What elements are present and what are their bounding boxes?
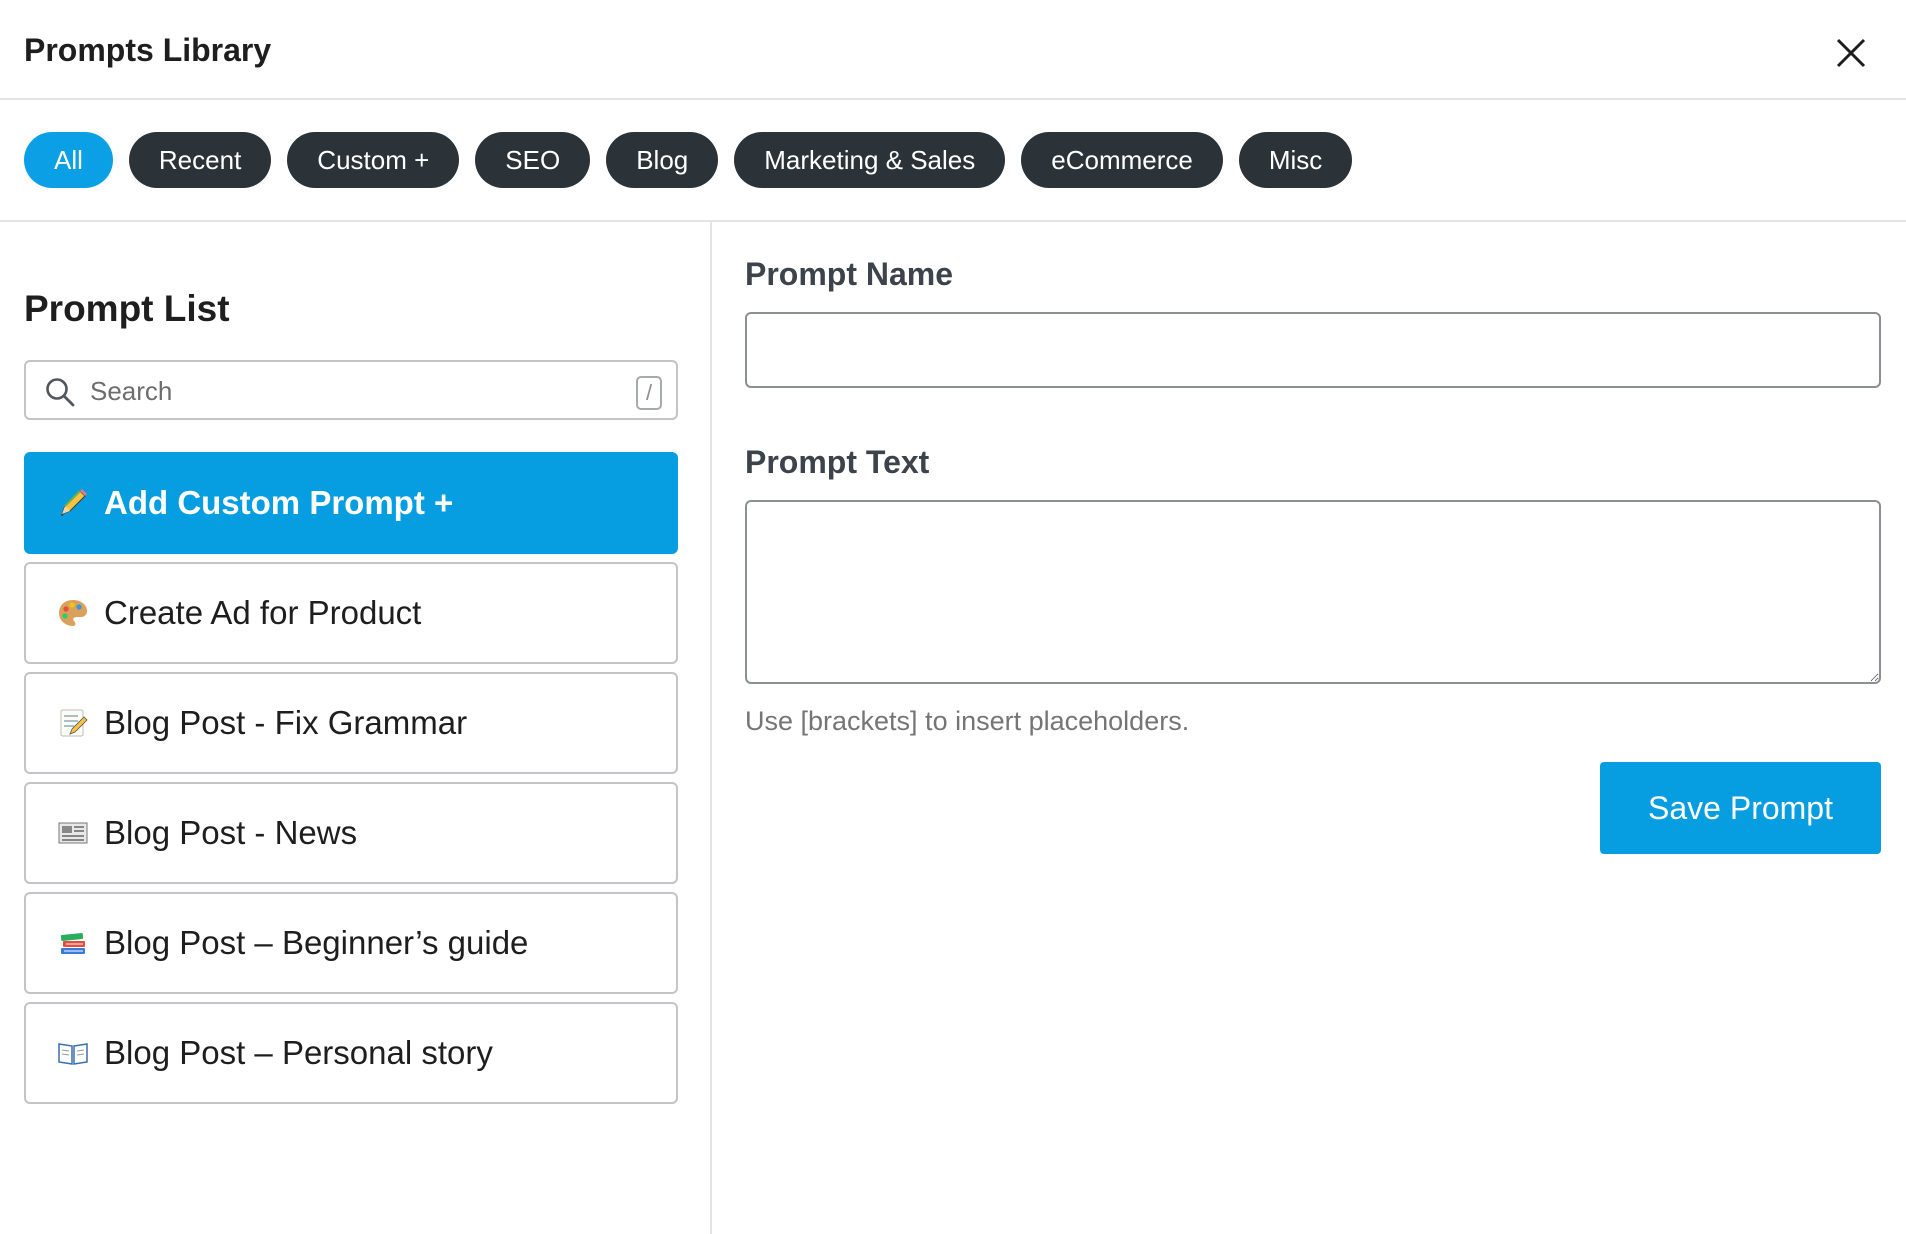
prompt-item-label: Add Custom Prompt + [104,484,454,521]
tab-misc[interactable]: Misc [1238,132,1353,188]
prompt-item-news[interactable]: Blog Post - News [24,782,678,884]
category-tabs-bar: All Recent Custom + SEO Blog Marketing &… [0,100,1906,222]
prompt-item-beginners-guide[interactable]: Blog Post – Beginner’s guide [24,892,678,994]
add-custom-prompt-button[interactable]: Add Custom Prompt + [24,452,678,554]
dialog-title: Prompts Library [24,32,272,68]
tab-custom[interactable]: Custom + [287,132,460,188]
open-book-icon [56,1036,90,1070]
prompt-item-personal-story[interactable]: Blog Post – Personal story [24,1002,678,1104]
search-icon [46,378,75,407]
tab-ecommerce[interactable]: eCommerce [1021,132,1223,188]
prompt-item-label: Blog Post – Personal story [104,1034,493,1071]
prompt-list-heading: Prompt List [24,288,230,329]
tab-blog[interactable]: Blog [606,132,719,188]
search-input[interactable] [88,368,612,414]
close-icon [1836,38,1866,68]
tab-marketing-sales[interactable]: Marketing & Sales [734,132,1006,188]
prompt-name-input[interactable] [745,312,1881,388]
palette-icon [56,596,90,630]
pencil-icon [56,486,90,520]
books-icon [56,926,90,960]
prompt-item-label: Create Ad for Product [104,594,422,631]
prompt-item-label: Blog Post - News [104,814,358,851]
prompt-item-create-ad[interactable]: Create Ad for Product [24,562,678,664]
prompt-text-label: Prompt Text [745,444,930,480]
save-prompt-button[interactable]: Save Prompt [1600,762,1881,854]
prompt-item-fix-grammar[interactable]: Blog Post - Fix Grammar [24,672,678,774]
tab-seo[interactable]: SEO [475,132,591,188]
panel-divider [710,222,712,1234]
memo-icon [56,706,90,740]
search-box: / [24,360,678,420]
newspaper-icon [56,816,90,850]
prompt-name-label: Prompt Name [745,256,954,292]
search-shortcut-hint: / [636,376,662,410]
prompt-text-textarea[interactable] [745,500,1881,684]
close-button[interactable] [1828,30,1874,76]
tab-recent[interactable]: Recent [128,132,272,188]
tab-all[interactable]: All [24,132,113,188]
category-tabs: All Recent Custom + SEO Blog Marketing &… [24,132,1353,188]
prompt-item-label: Blog Post - Fix Grammar [104,704,468,741]
dialog-header: Prompts Library [0,0,1906,100]
prompt-item-label: Blog Post – Beginner’s guide [104,924,529,961]
placeholder-hint: Use [brackets] to insert placeholders. [745,706,1190,736]
